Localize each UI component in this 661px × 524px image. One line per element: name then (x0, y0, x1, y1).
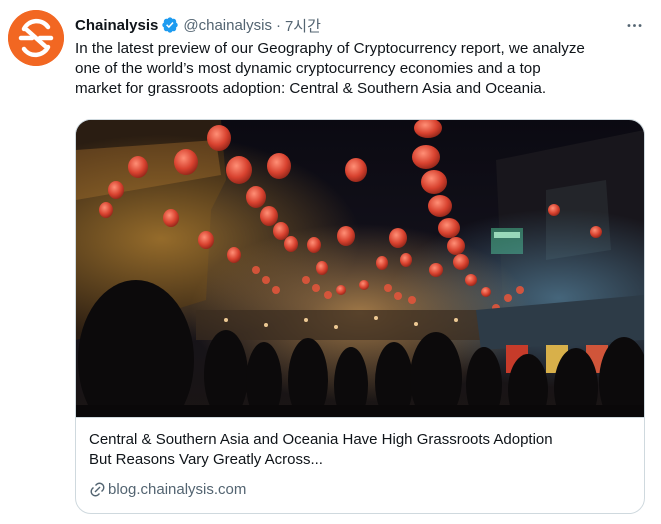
handle[interactable]: @chainalysis (183, 17, 272, 34)
tweet-header: Chainalysis @chainalysis · 7시간 (75, 14, 321, 36)
link-icon (89, 481, 106, 498)
card-domain-text: blog.chainalysis.com (108, 481, 247, 498)
display-name[interactable]: Chainalysis (75, 17, 158, 34)
card-text-area[interactable]: Central & Southern Asia and Oceania Have… (76, 417, 644, 513)
card-title-line: But Reasons Vary Greatly Across... (89, 451, 323, 468)
verified-badge-icon (161, 16, 179, 34)
tweet-text-line: one of the world’s most dynamic cryptocu… (75, 60, 541, 77)
card-title-line: Central & Southern Asia and Oceania Have… (89, 431, 553, 448)
separator-dot: · (275, 16, 281, 34)
chainalysis-logo-avatar[interactable] (8, 10, 64, 66)
card-domain: blog.chainalysis.com (89, 481, 246, 498)
card-title: Central & Southern Asia and Oceania Have… (89, 430, 634, 470)
card-image-lantern-street[interactable] (76, 120, 644, 417)
tweet-text-line: market for grassroots adoption: Central … (75, 80, 547, 97)
more-dots-icon[interactable] (623, 14, 645, 36)
link-preview-card[interactable]: Central & Southern Asia and Oceania Have… (75, 119, 645, 514)
tweet-text: In the latest preview of our Geography o… (75, 39, 645, 99)
tweet-text-line: In the latest preview of our Geography o… (75, 40, 585, 57)
timestamp[interactable]: 7시간 (285, 15, 321, 36)
